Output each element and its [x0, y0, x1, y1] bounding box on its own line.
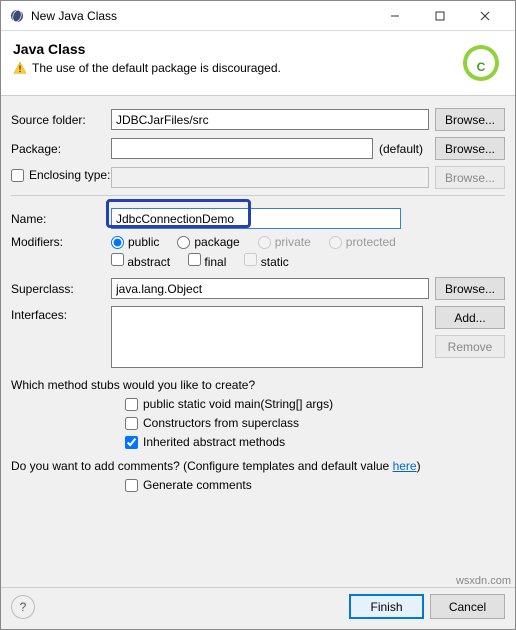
- finish-button[interactable]: Finish: [349, 594, 424, 619]
- modifier-private: private: [258, 235, 311, 249]
- enclosing-type-checkbox[interactable]: [11, 169, 24, 182]
- stub-constructors[interactable]: Constructors from superclass: [125, 416, 505, 430]
- configure-templates-link[interactable]: here: [393, 459, 417, 473]
- minimize-button[interactable]: [372, 1, 417, 31]
- add-interface-button[interactable]: Add...: [435, 306, 505, 329]
- window-title: New Java Class: [31, 9, 117, 23]
- browse-superclass-button[interactable]: Browse...: [435, 277, 505, 300]
- generate-comments[interactable]: Generate comments: [125, 478, 505, 492]
- java-class-icon: C: [459, 41, 503, 85]
- name-input[interactable]: [111, 208, 401, 229]
- interfaces-label: Interfaces:: [11, 306, 111, 322]
- dialog-footer: ? Finish Cancel: [1, 588, 515, 629]
- svg-text:C: C: [477, 60, 486, 74]
- warning-icon: [13, 61, 27, 75]
- modifier-protected: protected: [329, 235, 396, 249]
- modifier-package[interactable]: package: [177, 235, 239, 249]
- stubs-question: Which method stubs would you like to cre…: [11, 378, 505, 392]
- browse-package-button[interactable]: Browse...: [435, 137, 505, 160]
- superclass-label: Superclass:: [11, 282, 111, 296]
- modifier-static: static: [244, 253, 288, 269]
- modifier-public[interactable]: public: [111, 235, 159, 249]
- browse-source-button[interactable]: Browse...: [435, 108, 505, 131]
- interfaces-list[interactable]: [111, 306, 423, 368]
- comments-question: Do you want to add comments? (Configure …: [11, 459, 505, 473]
- modifier-abstract[interactable]: abstract: [111, 253, 170, 269]
- source-folder-input[interactable]: [111, 109, 429, 130]
- superclass-input[interactable]: [111, 278, 429, 299]
- package-label: Package:: [11, 142, 111, 156]
- maximize-button[interactable]: [417, 1, 462, 31]
- package-input[interactable]: [111, 138, 373, 159]
- source-folder-label: Source folder:: [11, 113, 111, 127]
- package-default-text: (default): [379, 142, 423, 156]
- stub-inherited[interactable]: Inherited abstract methods: [125, 435, 505, 449]
- remove-interface-button: Remove: [435, 335, 505, 358]
- modifier-final[interactable]: final: [188, 253, 226, 269]
- close-button[interactable]: [462, 1, 507, 31]
- stub-main[interactable]: public static void main(String[] args): [125, 397, 505, 411]
- watermark: wsxdn.com: [456, 575, 511, 587]
- browse-enclosing-button: Browse...: [435, 166, 505, 189]
- cancel-button[interactable]: Cancel: [430, 594, 505, 619]
- dialog-header: Java Class The use of the default packag…: [1, 31, 515, 96]
- help-button[interactable]: ?: [11, 595, 35, 619]
- name-label: Name:: [11, 212, 111, 226]
- eclipse-icon: [9, 8, 25, 24]
- modifiers-label: Modifiers:: [11, 235, 111, 249]
- warning-text: The use of the default package is discou…: [32, 61, 281, 75]
- enclosing-type-check-label[interactable]: Enclosing type:: [11, 168, 111, 182]
- enclosing-type-input: [111, 167, 429, 188]
- titlebar: New Java Class: [1, 1, 515, 31]
- page-title: Java Class: [13, 41, 459, 57]
